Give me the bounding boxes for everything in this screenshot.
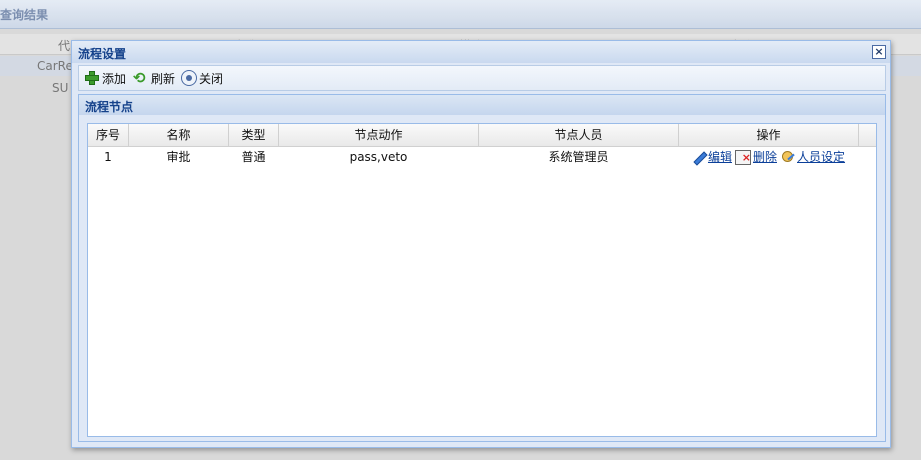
background-row-code: SU	[52, 81, 69, 95]
cell-people: 系统管理员	[548, 150, 609, 164]
col-header-ops[interactable]: 操作	[679, 124, 859, 146]
col-header-action[interactable]: 节点动作	[279, 124, 479, 146]
flow-nodes-panel: 序号 名称 类型 节点动作 节点人员 操作 1 审批 普通 pass,veto …	[78, 115, 886, 442]
close-button-label: 关闭	[199, 71, 224, 86]
refresh-icon: ⟲	[133, 69, 146, 87]
flow-nodes-panel-header: 流程节点	[78, 94, 886, 116]
table-row[interactable]: 1 审批 普通 pass,veto 系统管理员 编辑 删除	[88, 147, 860, 168]
background-col-code: 代	[58, 39, 71, 53]
dialog-close-button[interactable]: ×	[872, 45, 886, 59]
cell-action: pass,veto	[349, 150, 408, 164]
background-header: 查询结果	[0, 0, 921, 29]
panel-title: 流程节点	[85, 100, 134, 114]
cell-index: 1	[104, 150, 112, 164]
flow-settings-dialog: 流程设置 × 添加 ⟲ 刷新 关闭 流程节点 序号 名称 类型 节点动作 节点人…	[71, 40, 891, 448]
user-edit-icon	[780, 150, 795, 164]
assign-people-action[interactable]: 人员设定	[780, 147, 845, 167]
cell-name: 审批	[166, 150, 191, 164]
cell-operations: 编辑 删除 人员设定	[679, 147, 858, 168]
edit-link[interactable]: 编辑	[708, 147, 732, 167]
refresh-button[interactable]: ⟲ 刷新	[133, 69, 175, 87]
dialog-titlebar[interactable]: 流程设置 ×	[72, 41, 890, 63]
add-icon	[84, 70, 100, 86]
close-icon	[181, 70, 197, 86]
col-header-type[interactable]: 类型	[229, 124, 279, 146]
background-section-title: 查询结果	[0, 8, 49, 22]
background-row-code: CarRe	[37, 59, 73, 73]
col-header-name[interactable]: 名称	[129, 124, 229, 146]
close-button[interactable]: 关闭	[181, 69, 223, 87]
flow-nodes-grid: 序号 名称 类型 节点动作 节点人员 操作 1 审批 普通 pass,veto …	[87, 123, 877, 437]
cell-type: 普通	[241, 150, 266, 164]
col-header-people[interactable]: 节点人员	[479, 124, 679, 146]
assign-people-link[interactable]: 人员设定	[797, 147, 845, 167]
add-button[interactable]: 添加	[84, 69, 126, 87]
dialog-toolbar: 添加 ⟲ 刷新 关闭	[78, 65, 886, 91]
delete-action[interactable]: 删除	[734, 147, 777, 168]
delete-icon	[734, 148, 751, 168]
dialog-title: 流程设置	[78, 47, 127, 61]
refresh-button-label: 刷新	[151, 71, 176, 86]
col-header-index[interactable]: 序号	[88, 124, 129, 146]
edit-action[interactable]: 编辑	[692, 147, 732, 167]
pencil-icon	[692, 150, 706, 164]
grid-header: 序号 名称 类型 节点动作 节点人员 操作	[88, 124, 876, 147]
delete-link[interactable]: 删除	[753, 147, 777, 167]
add-button-label: 添加	[102, 71, 127, 86]
